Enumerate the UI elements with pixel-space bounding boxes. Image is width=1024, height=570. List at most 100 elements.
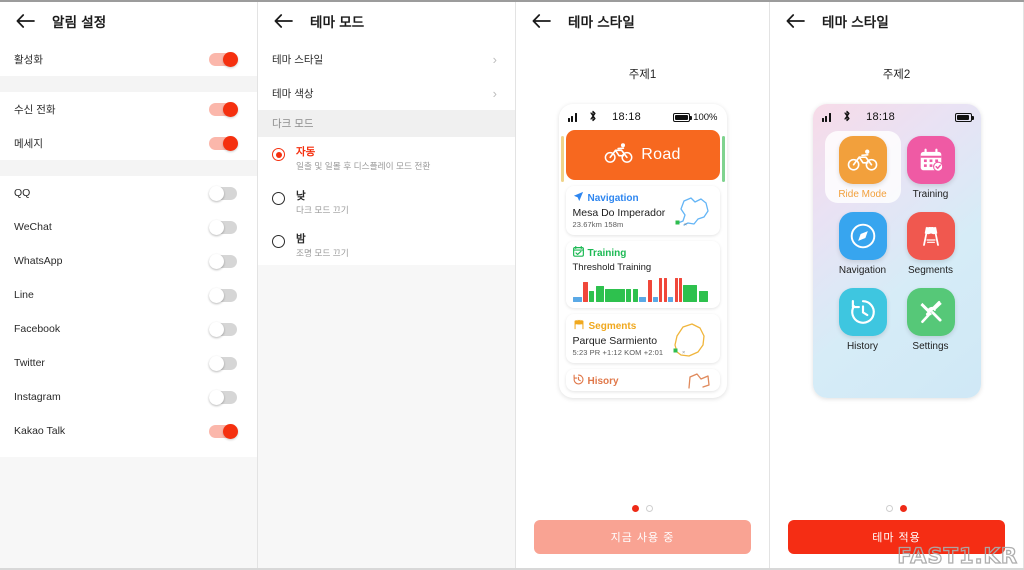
page-dot[interactable]	[886, 505, 893, 512]
edge-accent-right	[721, 136, 725, 182]
page-dots-theme1[interactable]	[516, 505, 769, 512]
radio-button[interactable]	[272, 235, 285, 249]
ride-mode-label: Road	[641, 146, 681, 163]
list-item[interactable]: WeChat	[0, 210, 257, 244]
page-dots-theme2[interactable]	[770, 505, 1023, 512]
panel3-header: 테마 스타일	[516, 0, 769, 42]
theme-name-label: 주제2	[882, 69, 911, 81]
back-arrow-icon[interactable]	[14, 10, 36, 32]
toggle-switch[interactable]	[209, 185, 239, 201]
grid-item-label: Settings	[912, 341, 949, 352]
back-arrow-icon[interactable]	[272, 10, 294, 32]
toggle-switch[interactable]	[209, 135, 239, 151]
ride-mode-card[interactable]: Road	[565, 130, 720, 180]
navigation-arrow-icon	[573, 191, 584, 205]
bluetooth-icon	[843, 110, 851, 125]
training-bar-chart	[572, 276, 713, 302]
panel1-empty-area	[0, 457, 257, 570]
list-item[interactable]: 수신 전화	[0, 92, 257, 126]
radio-button[interactable]	[272, 191, 285, 205]
list-item[interactable]: WhatsApp	[0, 244, 257, 278]
apply-theme-button-disabled[interactable]: 지금 사용 중	[534, 520, 751, 554]
segments-card[interactable]: Segments Parque Sarmiento 5:23 PR +1:12 …	[565, 314, 720, 363]
flags-icon	[906, 212, 955, 260]
device-preview-theme1[interactable]: 18:18 100% Road Navigation Mesa Do Imper…	[558, 104, 727, 398]
row-label: Twitter	[14, 357, 45, 369]
panel-theme-mode: 테마 모드 테마 스타일 › 테마 색상 › 다크 모드 자동 일출 및 일몰 …	[258, 0, 516, 570]
grid-item-segments[interactable]: Segments	[897, 212, 965, 276]
row-label: Kakao Talk	[14, 425, 66, 437]
card-header: Training	[572, 246, 713, 260]
theme2-app-grid: Ride Mode Training Navigation Segments H…	[813, 130, 981, 352]
chevron-right-icon: ›	[492, 51, 497, 67]
page-dot[interactable]	[646, 505, 653, 512]
page-title: 테마 스타일	[568, 15, 636, 30]
history-card[interactable]: Hisory	[565, 369, 720, 391]
list-item[interactable]: 메세지	[0, 126, 257, 160]
list-item[interactable]: Twitter	[0, 346, 257, 380]
row-label: Line	[14, 289, 34, 301]
toggle-switch[interactable]	[209, 219, 239, 235]
grid-item-label: Ride Mode	[838, 189, 887, 200]
card-head-label: Training	[587, 247, 627, 259]
clock-history-icon	[838, 288, 887, 336]
chart-bar	[674, 278, 678, 302]
training-card[interactable]: Training Threshold Training	[565, 241, 720, 308]
radio-button[interactable]	[272, 148, 285, 161]
toggle-switch[interactable]	[209, 101, 239, 117]
device-preview-theme2[interactable]: 18:18 Ride Mode Training Navigation Segm…	[812, 104, 981, 398]
chart-bar	[582, 282, 588, 302]
list-item[interactable]: Kakao Talk	[0, 414, 257, 448]
grid-item-label: History	[846, 341, 879, 352]
page-dot[interactable]	[632, 505, 639, 512]
chart-bar	[595, 286, 604, 302]
toggle-switch[interactable]	[209, 423, 239, 439]
toggle-switch[interactable]	[209, 51, 239, 67]
grid-item-training[interactable]: Training	[897, 136, 965, 200]
page-dot[interactable]	[900, 505, 907, 512]
toggle-switch[interactable]	[209, 389, 239, 405]
grid-item-settings[interactable]: Settings	[897, 288, 965, 352]
nav-item-theme-style[interactable]: 테마 스타일 ›	[258, 42, 515, 76]
list-item[interactable]: Facebook	[0, 312, 257, 346]
toggle-switch[interactable]	[209, 321, 239, 337]
chart-bar	[663, 278, 667, 302]
chart-bar	[605, 289, 626, 302]
panel-theme-style-1: 테마 스타일 주제1 18:18 100% Road Navigation Me…	[516, 0, 770, 570]
option-subtitle: 조명 모드 끄기	[296, 248, 349, 259]
nav-item-theme-color[interactable]: 테마 색상 ›	[258, 76, 515, 110]
cyclist-icon	[838, 136, 887, 184]
row-label: 메세지	[14, 137, 43, 150]
toggle-switch[interactable]	[209, 355, 239, 371]
list-item[interactable]: Instagram	[0, 380, 257, 414]
navigation-card[interactable]: Navigation Mesa Do Imperador 23.67km 158…	[565, 186, 720, 235]
radio-option-night[interactable]: 밤 조명 모드 끄기	[258, 224, 515, 268]
option-subtitle: 일출 및 일몰 후 디스플레이 모드 전환	[296, 161, 431, 172]
chart-bar	[632, 289, 638, 302]
option-subtitle: 다크 모드 끄기	[296, 204, 349, 215]
row-label: 테마 색상	[272, 87, 314, 100]
list-item[interactable]: 활성화	[0, 42, 257, 76]
theme1-content: Road Navigation Mesa Do Imperador 23.67k…	[559, 130, 727, 391]
card-head-label: Hisory	[587, 375, 619, 387]
back-arrow-icon[interactable]	[784, 10, 806, 32]
panel-theme-style-2: 테마 스타일 주제2 18:18 Ride Mode Training Navi…	[770, 0, 1024, 570]
card-head-label: Navigation	[587, 192, 639, 204]
list-item[interactable]: Line	[0, 278, 257, 312]
toggle-switch[interactable]	[209, 287, 239, 303]
row-label: WhatsApp	[14, 255, 63, 267]
row-label: Facebook	[14, 323, 61, 335]
toggle-switch[interactable]	[209, 253, 239, 269]
chart-bar	[639, 297, 647, 302]
grid-item-navigation[interactable]: Navigation	[829, 212, 897, 276]
settings-group-master: 활성화	[0, 42, 257, 76]
page-title: 테마 스타일	[822, 15, 890, 30]
radio-option-auto[interactable]: 자동 일출 및 일몰 후 디스플레이 모드 전환	[258, 137, 515, 181]
grid-item-history[interactable]: History	[829, 288, 897, 352]
group-divider	[0, 160, 257, 176]
list-item[interactable]: QQ	[0, 176, 257, 210]
apply-theme-button[interactable]: 테마 적용	[788, 520, 1005, 554]
radio-option-day[interactable]: 낮 다크 모드 끄기	[258, 180, 515, 225]
back-arrow-icon[interactable]	[530, 10, 552, 32]
grid-item-ride-mode[interactable]: Ride Mode	[824, 131, 901, 203]
